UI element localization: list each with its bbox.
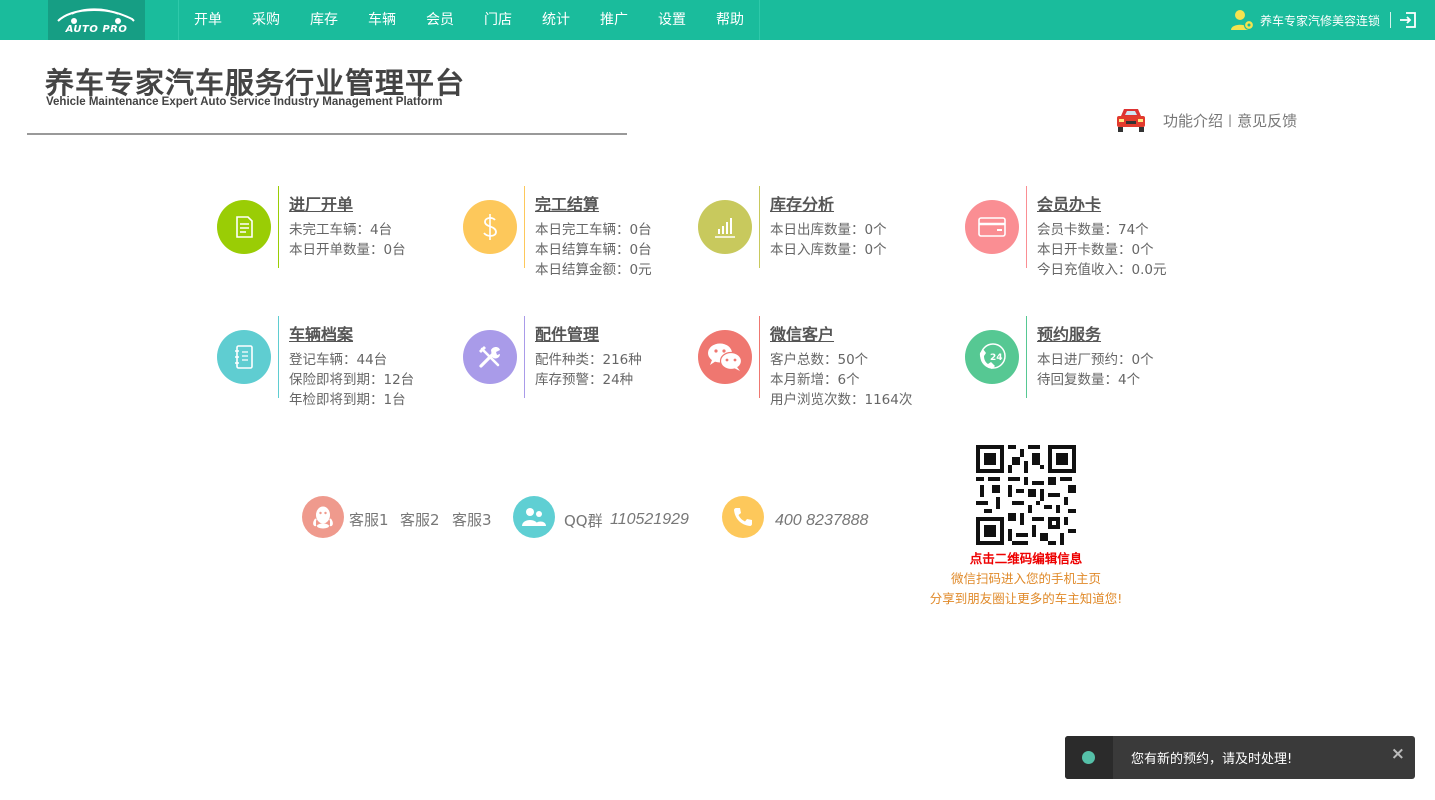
user-name[interactable]: 养车专家汽修美容连锁	[1260, 12, 1380, 29]
page-subtitle: Vehicle Maintenance Expert Auto Service …	[46, 96, 443, 108]
card-divider	[524, 186, 525, 268]
customer-service-3[interactable]: 客服3	[452, 509, 492, 530]
group-icon	[513, 496, 555, 538]
card-title[interactable]: 配件管理	[535, 321, 599, 345]
nav-item-help[interactable]: 帮助	[701, 0, 759, 40]
feedback-link[interactable]: 意见反馈	[1237, 110, 1297, 131]
credit-card-icon[interactable]	[965, 200, 1019, 254]
card-divider	[759, 316, 760, 398]
card-stat: 本日开单数量：0台	[289, 242, 406, 258]
phone-icon	[722, 496, 764, 538]
car-logo-icon	[57, 8, 135, 24]
nav-item-statistics[interactable]: 统计	[527, 0, 585, 40]
card-divider	[278, 186, 279, 268]
nav-item-settings[interactable]: 设置	[643, 0, 701, 40]
nav-item-stores[interactable]: 门店	[469, 0, 527, 40]
document-icon[interactable]	[217, 200, 271, 254]
card-stat: 本日结算车辆：0台	[535, 242, 652, 258]
nav-item-inventory[interactable]: 库存	[295, 0, 353, 40]
card-stat: 保险即将到期：12台	[289, 372, 415, 388]
card-stat: 本日完工车辆：0台	[535, 222, 652, 238]
qq-group-number[interactable]: 110521929	[610, 511, 689, 529]
divider	[1390, 12, 1392, 28]
title-divider	[27, 133, 627, 135]
wechat-icon[interactable]	[698, 330, 752, 384]
car-icon	[1117, 109, 1145, 132]
qr-caption-2: 分享到朋友圈让更多的车主知道您!	[929, 591, 1123, 606]
card-stat: 本日结算金额：0元	[535, 262, 652, 278]
status-dot-icon	[1082, 751, 1095, 764]
card-stat: 登记车辆：44台	[289, 352, 388, 368]
notification-toast: 您有新的预约，请及时处理! ×	[1065, 736, 1415, 779]
qq-penguin-icon	[302, 496, 344, 538]
card-stat: 本日开卡数量：0个	[1037, 242, 1154, 258]
card-stat: 会员卡数量：74个	[1037, 222, 1149, 238]
main-nav: 开单 采购 库存 车辆 会员 门店 统计 推广 设置 帮助	[178, 0, 760, 40]
close-icon[interactable]: ×	[1391, 744, 1405, 764]
logo-text: AUTO PRO	[65, 24, 128, 35]
card-divider	[524, 316, 525, 398]
logo[interactable]: AUTO PRO	[48, 0, 145, 40]
card-stat: 未完工车辆：4台	[289, 222, 393, 238]
nav-item-purchase[interactable]: 采购	[237, 0, 295, 40]
user-icon[interactable]	[1230, 8, 1254, 32]
user-area: 养车专家汽修美容连锁	[1230, 0, 1417, 40]
toast-message: 您有新的预约，请及时处理!	[1131, 752, 1293, 767]
card-stat: 客户总数：50个	[770, 352, 869, 368]
nav-item-vehicles[interactable]: 车辆	[353, 0, 411, 40]
dollar-icon[interactable]	[463, 200, 517, 254]
card-title[interactable]: 进厂开单	[289, 191, 353, 215]
feature-intro-link[interactable]: 功能介绍	[1163, 110, 1223, 131]
qr-caption-1: 微信扫码进入您的手机主页	[950, 571, 1101, 586]
customer-service-2[interactable]: 客服2	[400, 509, 440, 530]
card-divider	[759, 186, 760, 268]
card-title[interactable]: 车辆档案	[289, 321, 353, 345]
card-divider	[278, 316, 279, 398]
card-title[interactable]: 预约服务	[1037, 321, 1101, 345]
top-links: 功能介绍 | 意见反馈	[1115, 106, 1297, 134]
notebook-icon[interactable]	[217, 330, 271, 384]
card-stat: 今日充值收入：0.0元	[1037, 262, 1167, 278]
phone-24-icon[interactable]: 24	[965, 330, 1019, 384]
card-title[interactable]: 完工结算	[535, 191, 599, 215]
link-separator: |	[1228, 113, 1233, 127]
customer-service-1[interactable]: 客服1	[349, 509, 389, 530]
card-stat: 配件种类：216种	[535, 352, 642, 368]
card-stat: 待回复数量：4个	[1037, 372, 1141, 388]
nav-item-promotion[interactable]: 推广	[585, 0, 643, 40]
qr-code[interactable]	[976, 445, 1076, 545]
nav-item-open-order[interactable]: 开单	[179, 0, 237, 40]
qr-edit-link[interactable]: 点击二维码编辑信息	[900, 548, 1152, 567]
qq-group-label: QQ群	[564, 512, 603, 530]
card-stat: 库存预警：24种	[535, 372, 634, 388]
card-title[interactable]: 库存分析	[770, 191, 834, 215]
card-stat: 本月新增：6个	[770, 372, 860, 388]
card-divider	[1026, 316, 1027, 398]
logout-icon	[1400, 12, 1416, 28]
card-stat: 本日出库数量：0个	[770, 222, 887, 238]
top-navbar: AUTO PRO 开单 采购 库存 车辆 会员 门店 统计 推广 设置 帮助 养…	[0, 0, 1435, 40]
toast-indicator	[1065, 736, 1113, 779]
card-title[interactable]: 会员办卡	[1037, 191, 1101, 215]
bar-chart-icon[interactable]	[698, 200, 752, 254]
logout-button[interactable]	[1399, 11, 1417, 29]
card-divider	[1026, 186, 1027, 268]
card-stat: 本日入库数量：0个	[770, 242, 887, 258]
nav-item-members[interactable]: 会员	[411, 0, 469, 40]
card-stat: 本日进厂预约：0个	[1037, 352, 1154, 368]
svg-text:24: 24	[990, 353, 1003, 363]
card-stat: 用户浏览次数：1164次	[770, 392, 913, 408]
hotline-number[interactable]: 400 8237888	[775, 512, 868, 530]
card-title[interactable]: 微信客户	[770, 321, 834, 345]
tools-icon[interactable]	[463, 330, 517, 384]
card-stat: 年检即将到期：1台	[289, 392, 406, 408]
